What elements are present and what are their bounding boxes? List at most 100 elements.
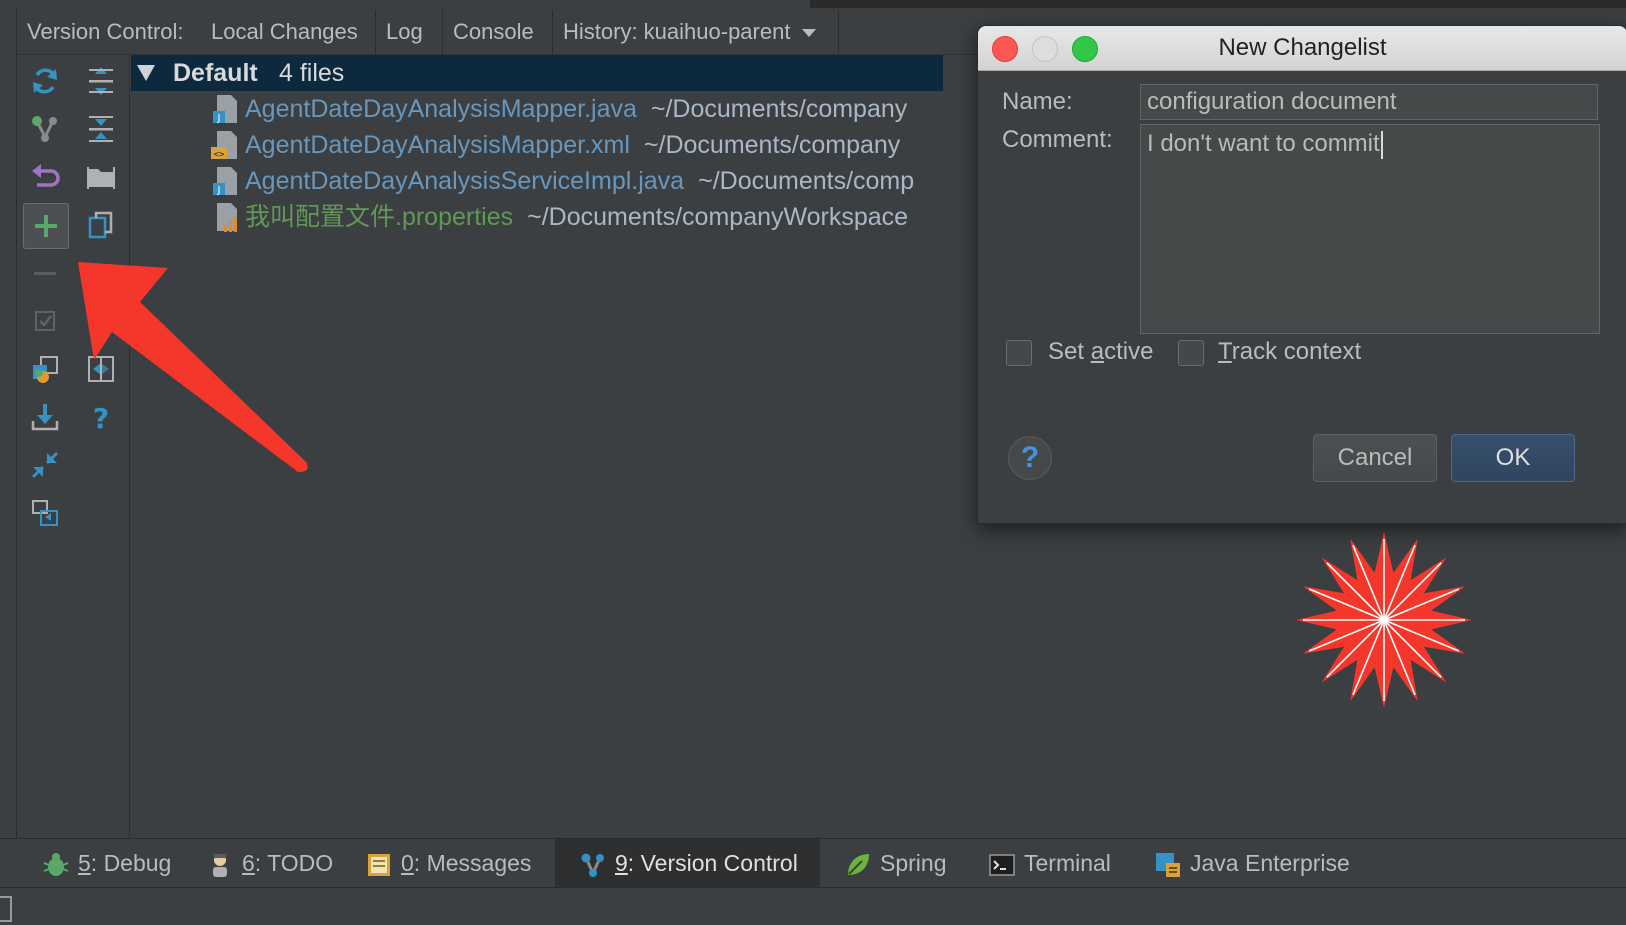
svg-text:?: ? — [93, 402, 109, 433]
collapse-all-icon — [89, 116, 113, 142]
file-row[interactable]: 我叫配置文件.properties ~/Documents/companyWork… — [211, 199, 908, 235]
todo-icon — [213, 853, 227, 877]
tool-tab-label: : Debug — [90, 850, 172, 876]
branch-icon — [32, 116, 57, 142]
terminal-icon — [989, 854, 1015, 876]
file-name: AgentDateDayAnalysisMapper.xml — [245, 131, 630, 159]
tool-tab-todo[interactable]: 6: TODO — [198, 839, 341, 887]
tool-tab-number: 0 — [401, 850, 414, 876]
properties-file-icon — [217, 203, 237, 233]
tool-window-title: Version Control: — [27, 19, 184, 44]
java-file-icon: J — [213, 95, 237, 124]
tab-log[interactable]: Log — [376, 10, 443, 54]
file-name: AgentDateDayAnalysisServiceImpl.java — [245, 167, 685, 195]
tool-tab-number: 9 — [615, 850, 628, 876]
refresh-icon — [33, 68, 57, 94]
changelist-node[interactable]: Default 4 files — [131, 55, 943, 91]
tool-tab-label: Java Enterprise — [1190, 850, 1350, 876]
rollback-icon — [32, 164, 60, 187]
track-context-label[interactable]: Track context — [1218, 338, 1361, 366]
diff-button[interactable] — [79, 347, 123, 391]
update-button[interactable] — [23, 395, 67, 439]
changelist-name-input[interactable]: configuration document — [1140, 84, 1598, 120]
left-edge-strip — [0, 8, 17, 838]
file-row[interactable]: J AgentDateDayAnalysisServiceImpl.java ~/D… — [211, 163, 914, 199]
changelist-file-count: 4 files — [279, 59, 345, 87]
set-active-changelist-button[interactable] — [23, 299, 67, 343]
comment-text: I don't want to commit — [1147, 130, 1380, 157]
ok-button[interactable]: OK — [1451, 434, 1575, 482]
comment-label: Comment: — [1002, 126, 1113, 153]
tool-tab-terminal[interactable]: Terminal — [980, 839, 1119, 887]
toggle-tool-windows-icon[interactable] — [0, 896, 12, 922]
expand-all-button[interactable] — [79, 59, 123, 103]
details-list-icon — [90, 313, 113, 330]
show-details-button[interactable] — [79, 299, 123, 343]
tool-tab-messages[interactable]: 0: Messages — [357, 839, 539, 887]
tool-tab-label: Spring — [880, 850, 947, 876]
track-context-checkbox[interactable] — [1178, 340, 1204, 366]
toolbar-right: ? — [73, 55, 130, 838]
svg-text:<>: <> — [214, 150, 225, 160]
collapse-button[interactable] — [23, 443, 67, 487]
copy-icon — [88, 211, 113, 239]
comment-textarea[interactable]: I don't want to commit — [1140, 124, 1600, 334]
file-name: 我叫配置文件.properties — [245, 203, 514, 231]
cancel-button[interactable]: Cancel — [1313, 434, 1437, 482]
folder-icon — [87, 167, 115, 189]
shelve-icon — [32, 500, 58, 526]
tool-tab-label: Terminal — [1024, 850, 1111, 876]
chevron-down-icon[interactable] — [802, 29, 817, 38]
status-bar — [0, 887, 1626, 925]
file-row[interactable]: <> AgentDateDayAnalysisMapper.xml ~/Docume… — [211, 127, 900, 163]
tool-window-bar: 5: Debug 6: TODO 0: Messages 9: Version … — [0, 838, 1626, 887]
collapse-arrows-icon — [31, 451, 59, 479]
tab-local-changes[interactable]: Local Changes — [201, 10, 376, 54]
group-by-directory-button[interactable] — [79, 155, 123, 199]
svg-text:J: J — [217, 185, 221, 196]
remove-changelist-button[interactable] — [23, 251, 67, 295]
set-active-label[interactable]: Set active — [1048, 338, 1153, 366]
file-path: ~/Documents/company — [643, 131, 901, 159]
collapse-all-button[interactable] — [79, 107, 123, 151]
tab-history[interactable]: History: kuaihuo-parent — [553, 10, 839, 54]
file-path: ~/Documents/companyWorkspace — [527, 203, 909, 231]
tool-tab-java-enterprise[interactable]: Java Enterprise — [1146, 839, 1358, 887]
commit-button[interactable] — [23, 107, 67, 151]
copy-button[interactable] — [79, 203, 123, 247]
new-changelist-button[interactable] — [23, 203, 69, 249]
dialog-title: New Changelist — [1218, 34, 1387, 61]
dialog-title-bar[interactable]: New Changelist — [978, 26, 1626, 71]
shelve-button[interactable] — [23, 491, 67, 535]
tool-tab-spring[interactable]: Spring — [836, 839, 954, 887]
window-top-strip — [0, 0, 1626, 8]
changelist-name: Default — [173, 59, 258, 87]
diff-icon — [88, 356, 114, 382]
expand-triangle-icon[interactable] — [137, 65, 155, 81]
tool-tab-number: 5 — [78, 850, 91, 876]
tool-tab-label: : Version Control — [627, 850, 798, 876]
refresh-button[interactable] — [23, 59, 67, 103]
question-icon: ? — [93, 402, 109, 433]
tab-console[interactable]: Console — [443, 10, 553, 54]
file-path: ~/Documents/company — [650, 95, 908, 123]
name-label: Name: — [1002, 88, 1073, 115]
minus-icon — [34, 272, 56, 275]
toolbar-left — [17, 55, 73, 838]
tool-tab-version-control[interactable]: 9: Version Control — [555, 839, 820, 887]
set-active-checkbox[interactable] — [1006, 340, 1032, 366]
red-star-annotation — [1296, 532, 1472, 708]
help-toolbar-button[interactable]: ? — [79, 395, 123, 439]
tool-tab-debug[interactable]: 5: Debug — [34, 839, 179, 887]
file-row[interactable]: J AgentDateDayAnalysisMapper.java ~/Docume… — [211, 91, 907, 127]
rollback-button[interactable] — [23, 155, 67, 199]
changes-tree: Default 4 files J AgentDateDayAnalysisMap… — [131, 55, 943, 838]
tool-tab-number: 6 — [242, 850, 255, 876]
file-path: ~/Documents/comp — [698, 167, 915, 195]
help-button[interactable]: ? — [1008, 436, 1052, 480]
java-enterprise-icon — [1156, 852, 1180, 877]
tab-history-label: History: kuaihuo-parent — [563, 19, 791, 44]
xml-file-icon: <> — [211, 131, 237, 160]
move-to-changelist-button[interactable] — [23, 347, 67, 391]
move-changelist-icon — [33, 356, 58, 383]
